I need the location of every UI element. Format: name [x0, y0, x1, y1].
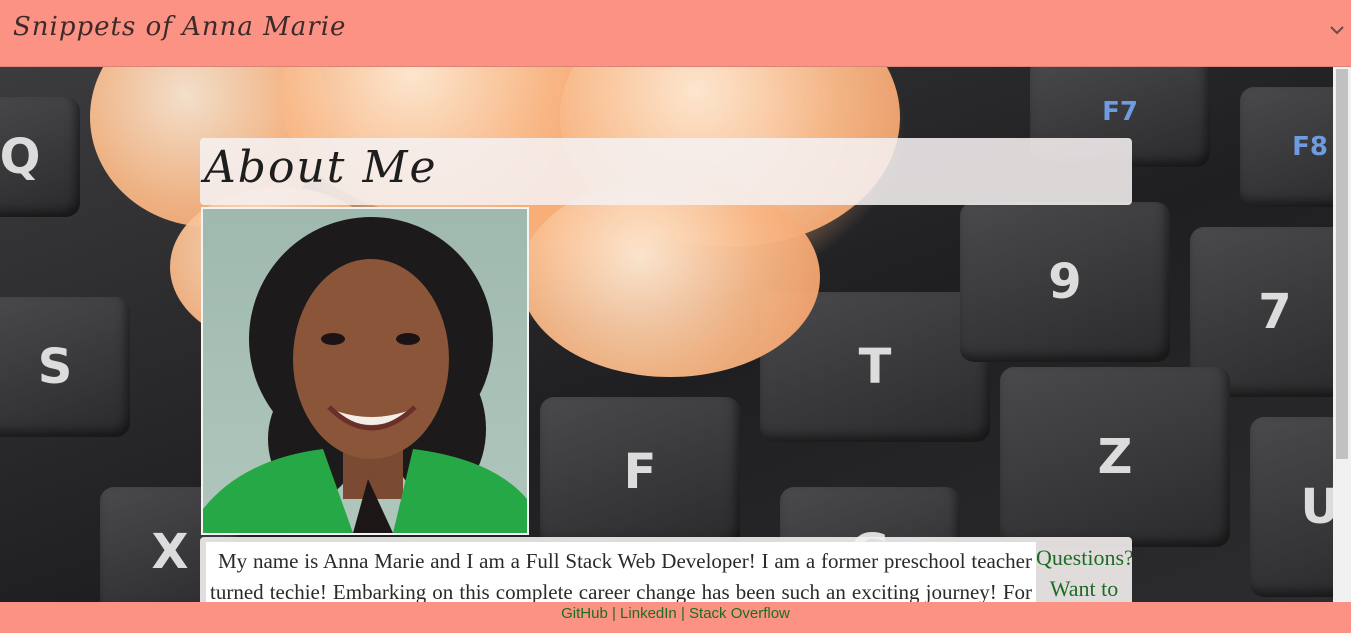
profile-photo: [201, 207, 529, 535]
footer-separator: |: [611, 605, 616, 622]
stack-overflow-link[interactable]: Stack Overflow: [689, 605, 790, 622]
github-link[interactable]: GitHub: [561, 605, 608, 622]
page-scrollbar[interactable]: [1333, 67, 1351, 602]
keyboard-key-f8: F8: [1240, 87, 1333, 207]
keyboard-key-9: 9: [960, 202, 1170, 362]
about-heading-box: About Me: [200, 138, 1132, 205]
footer: GitHub | LinkedIn | Stack Overflow: [0, 602, 1351, 633]
footer-separator: |: [680, 605, 685, 622]
top-navbar: Snippets of Anna Marie: [0, 0, 1351, 67]
keyboard-key-f: F: [540, 397, 740, 547]
chevron-down-icon[interactable]: [1329, 20, 1345, 40]
linkedin-link[interactable]: LinkedIn: [620, 605, 677, 622]
keyboard-key-u: U: [1250, 417, 1333, 597]
contact-cta[interactable]: Questions? Want to: [1036, 542, 1132, 604]
scrollbar-thumb[interactable]: [1336, 69, 1348, 459]
keyboard-key-q: Q: [0, 97, 80, 217]
page-title: About Me: [204, 142, 438, 193]
keyboard-key-s: S: [0, 297, 130, 437]
keyboard-key-z: Z: [1000, 367, 1230, 547]
rose-petal: [520, 177, 820, 377]
site-brand[interactable]: Snippets of Anna Marie: [13, 12, 346, 42]
